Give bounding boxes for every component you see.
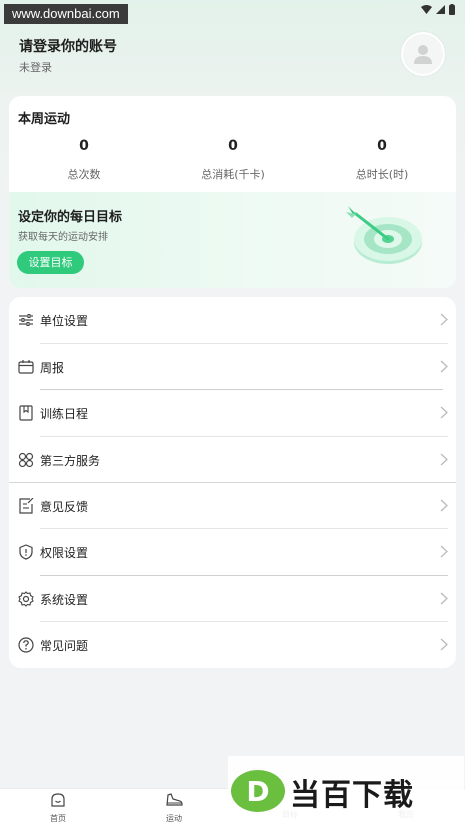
watermark-text: 当百下载 [290, 778, 414, 813]
gear-icon [18, 591, 34, 607]
daily-goal-banner: 设定你的每日目标 获取每天的运动安排 设置目标 [9, 192, 456, 288]
shoe-icon [166, 793, 183, 806]
menu-label: 常见问题 [40, 639, 89, 653]
stat-total-duration: 0 总时长(时) [322, 138, 442, 182]
chevron-right-icon [440, 638, 448, 651]
status-bar: www.downbai.com [0, 0, 465, 26]
site-watermark: www.downbai.com [4, 4, 128, 24]
menu-item-feedback[interactable]: 意见反馈 [9, 483, 456, 529]
tab-label: 运动 [166, 814, 182, 823]
goal-title: 设定你的每日目标 [18, 210, 123, 225]
shield-icon [19, 544, 33, 560]
menu-label: 意见反馈 [40, 500, 89, 514]
menu-label: 权限设置 [40, 546, 89, 560]
user-icon [414, 45, 432, 64]
chevron-right-icon [440, 406, 448, 419]
login-title[interactable]: 请登录你的账号 [19, 36, 117, 56]
watermark-badge: D 当百下载 [228, 756, 464, 824]
status-icons [421, 4, 455, 15]
settings-menu: 单位设置 周报 训练日程 第三方服务 意见反馈 权限设置 系统设置 常见问题 [9, 297, 456, 668]
chevron-right-icon [440, 499, 448, 512]
stat-total-count: 0 总次数 [24, 138, 144, 182]
chevron-right-icon [440, 453, 448, 466]
menu-item-faq[interactable]: 常见问题 [9, 622, 456, 668]
set-goal-button[interactable]: 设置目标 [17, 251, 84, 274]
target-dart-icon [346, 206, 422, 264]
menu-item-permission-settings[interactable]: 权限设置 [9, 529, 456, 575]
menu-item-unit-settings[interactable]: 单位设置 [9, 297, 456, 343]
stat-total-calories: 0 总消耗(千卡) [173, 138, 293, 182]
stat-label: 总消耗(千卡) [201, 168, 265, 181]
chevron-right-icon [440, 313, 448, 326]
battery-icon [449, 4, 455, 15]
stat-value: 0 [377, 138, 387, 154]
stat-label: 总次数 [67, 168, 101, 181]
menu-label: 系统设置 [40, 593, 89, 607]
chevron-right-icon [440, 545, 448, 558]
chevron-right-icon [440, 592, 448, 605]
calendar-icon [18, 360, 34, 374]
tab-exercise[interactable]: 运动 [144, 792, 204, 824]
tab-home[interactable]: 首页 [28, 792, 88, 824]
menu-item-system-settings[interactable]: 系统设置 [9, 576, 456, 622]
question-icon [18, 637, 34, 653]
menu-label: 第三方服务 [40, 454, 101, 468]
stat-value: 0 [79, 138, 89, 154]
goal-subtitle: 获取每天的运动安排 [18, 232, 108, 243]
chevron-right-icon [440, 360, 448, 373]
sliders-icon [19, 314, 33, 326]
feedback-icon [19, 498, 34, 514]
grid-icon [18, 452, 34, 468]
menu-label: 周报 [40, 361, 65, 375]
tab-label: 首页 [50, 814, 66, 823]
watermark-logo: D [231, 770, 285, 812]
login-status: 未登录 [19, 61, 52, 74]
weekly-title: 本周运动 [18, 112, 71, 127]
menu-label: 训练日程 [40, 407, 89, 421]
stat-label: 总时长(时) [355, 168, 409, 181]
signal-icon [436, 5, 445, 14]
home-icon [51, 793, 65, 807]
menu-item-weekly-report[interactable]: 周报 [9, 344, 456, 390]
menu-item-third-party-services[interactable]: 第三方服务 [9, 437, 456, 483]
menu-item-training-schedule[interactable]: 训练日程 [9, 390, 456, 436]
bookmark-book-icon [19, 405, 33, 421]
menu-label: 单位设置 [40, 314, 89, 328]
watermark-logo-letter: D [246, 775, 269, 808]
avatar[interactable] [401, 32, 445, 76]
wifi-icon [421, 5, 432, 14]
profile-header[interactable]: 请登录你的账号 未登录 [0, 30, 465, 90]
stat-value: 0 [228, 138, 238, 154]
weekly-summary-card: 本周运动 0 总次数 0 总消耗(千卡) 0 总时长(时) 设定你的每日目标 获… [9, 96, 456, 288]
